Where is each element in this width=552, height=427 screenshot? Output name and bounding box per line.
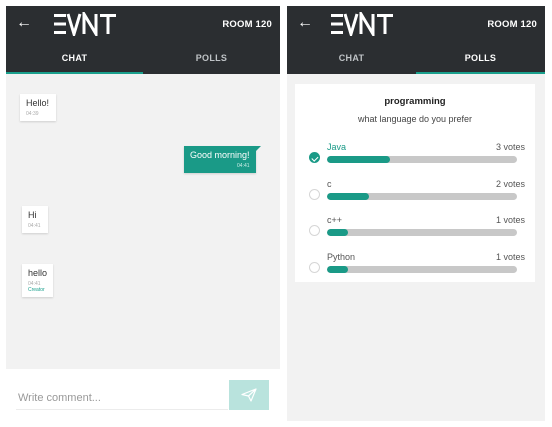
chat-screen: ← ROOM 120 CHAT POLLS Hello! 04:39 Good … <box>6 6 280 421</box>
creator-badge: Creator <box>28 287 45 293</box>
vote-bar-fill <box>327 229 348 236</box>
poll-option[interactable]: Java 3 votes <box>309 142 525 172</box>
radio-icon[interactable] <box>309 189 320 200</box>
radio-icon[interactable] <box>309 262 320 273</box>
tab-bar: CHAT POLLS <box>6 42 280 74</box>
message-bubble: Hello! 04:39 <box>20 94 56 121</box>
vote-count: 2 votes <box>495 179 525 189</box>
room-label: ROOM 120 <box>222 19 272 30</box>
poll-option[interactable]: c++ 1 votes <box>309 215 525 245</box>
vote-bar <box>327 156 517 163</box>
vote-count: 1 votes <box>495 252 525 262</box>
send-icon <box>241 388 257 402</box>
option-label: c++ <box>327 215 343 225</box>
poll-option[interactable]: c 2 votes <box>309 179 525 209</box>
poll-question: what language do you prefer <box>357 114 473 124</box>
vote-count: 3 votes <box>495 142 525 152</box>
tab-chat[interactable]: CHAT <box>6 42 143 74</box>
comment-input[interactable] <box>16 387 228 410</box>
tab-chat[interactable]: CHAT <box>287 42 416 74</box>
message-text: Hi <box>28 210 37 220</box>
vote-bar <box>327 266 517 273</box>
back-arrow-icon[interactable]: ← <box>297 14 313 32</box>
message-time: 04:39 <box>26 111 39 117</box>
radio-check-icon[interactable] <box>309 152 320 163</box>
vote-count: 1 votes <box>495 215 525 225</box>
option-label: Python <box>327 252 356 262</box>
vote-bar-fill <box>327 266 348 273</box>
polls-screen: ← ROOM 120 CHAT POLLS programming what l… <box>287 6 545 421</box>
message-text: Hello! <box>26 98 50 108</box>
message-text: Good morning! <box>190 150 250 160</box>
tab-bar: CHAT POLLS <box>287 42 545 74</box>
comment-composer <box>6 369 280 421</box>
message-list: Hello! 04:39 Good morning! 04:41 Hi 04:4… <box>6 74 280 369</box>
evnt-logo <box>331 12 393 36</box>
tab-polls[interactable]: POLLS <box>143 42 280 74</box>
poll-option[interactable]: Python 1 votes <box>309 252 525 282</box>
active-tab-indicator <box>416 72 545 74</box>
vote-bar-fill <box>327 156 390 163</box>
option-label: Java <box>327 142 347 152</box>
radio-icon[interactable] <box>309 225 320 236</box>
message-bubble: hello 04:41 Creator <box>22 264 54 297</box>
option-label: c <box>327 179 332 189</box>
top-bar: ← ROOM 120 <box>287 6 545 42</box>
evnt-logo <box>54 12 116 36</box>
vote-bar <box>327 229 517 236</box>
message-bubble: Hi 04:41 <box>22 206 48 233</box>
top-bar: ← ROOM 120 <box>6 6 280 42</box>
vote-bar <box>327 193 517 200</box>
tab-polls[interactable]: POLLS <box>416 42 545 74</box>
message-bubble-outgoing: Good morning! 04:41 <box>184 146 261 173</box>
message-time: 04:41 <box>237 163 250 169</box>
message-text: hello <box>28 268 48 278</box>
poll-card: programming what language do you prefer … <box>295 84 535 282</box>
room-label: ROOM 120 <box>487 19 537 30</box>
poll-title: programming <box>384 96 446 107</box>
message-time: 04:41 <box>28 223 41 229</box>
back-arrow-icon[interactable]: ← <box>16 14 32 32</box>
vote-bar-fill <box>327 193 369 200</box>
send-button[interactable] <box>229 380 269 410</box>
